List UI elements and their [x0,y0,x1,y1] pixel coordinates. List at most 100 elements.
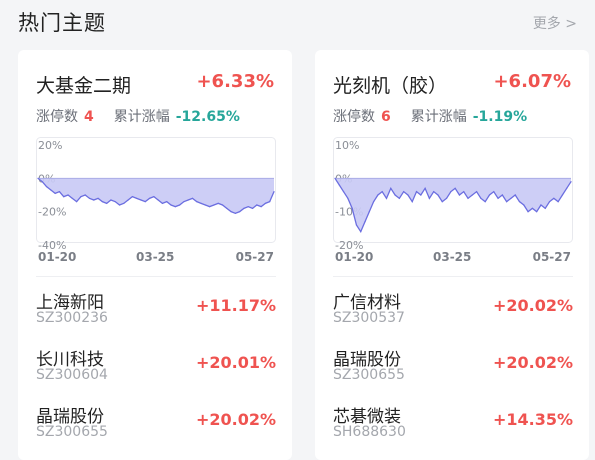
data-point [110,199,112,201]
section-header: 热门主题 更多 > [0,0,595,44]
stock-row[interactable]: 晶瑞股份 SZ300655 +20.02% [36,402,276,452]
data-point [71,197,73,199]
divider [36,276,276,277]
data-point [157,199,159,201]
data-point [239,211,241,213]
data-point [183,201,185,203]
data-point [467,197,469,199]
y-tick-label: 20% [38,139,62,152]
data-point [76,201,78,203]
divider [333,276,573,277]
data-point [221,204,224,206]
theme-card[interactable]: 光刻机（胶） +6.07% 涨停数 6 累计涨幅 -1.19% 10%0%-10%-2… [315,50,589,460]
data-point [463,191,465,193]
data-point [136,197,138,199]
data-point [67,194,69,196]
data-point [41,181,43,183]
data-point [161,202,164,204]
data-point [84,194,86,196]
data-point [118,204,121,206]
data-point [80,196,82,198]
data-point [523,204,525,206]
limit-up-count: 4 [84,109,94,125]
stock-row[interactable]: 晶瑞股份 SZ300655 +20.02% [333,345,573,395]
data-point [518,201,521,203]
theme-name: 光刻机（胶） [333,75,448,97]
data-point [334,177,336,179]
data-point [264,202,267,204]
data-point [360,231,362,233]
data-point [364,221,366,223]
data-point [428,197,430,199]
data-point [209,206,211,208]
theme-meta: 涨停数 4 累计涨幅 -12.65% [36,106,240,126]
data-point [63,196,65,198]
data-point [37,177,39,179]
data-point [450,191,452,193]
area-fill [38,178,274,214]
data-point [497,197,499,199]
data-point [256,204,258,206]
data-point [170,204,172,206]
data-point [131,196,133,198]
data-point [514,194,516,196]
area-fill [335,178,571,232]
cum-label: 累计涨幅 [410,109,467,125]
data-point [373,201,375,203]
data-point [398,197,400,199]
data-point [424,187,426,189]
stock-code: SH688630 [333,424,406,440]
more-link[interactable]: 更多 > [533,13,577,33]
y-tick-label: 10% [335,139,359,152]
data-point [153,196,155,198]
stock-row[interactable]: 长川科技 SZ300604 +20.01% [36,345,276,395]
data-point [114,201,116,203]
theme-change: +6.33% [196,71,274,92]
data-point [200,202,202,204]
data-point [415,191,418,193]
data-point [420,194,422,196]
data-point [226,207,228,209]
data-point [123,202,125,204]
x-tick-label: 03-25 [136,250,175,264]
data-point [342,191,345,193]
data-point [553,197,555,199]
stock-row[interactable]: 上海新阳 SZ300236 +11.17% [36,288,276,338]
theme-change: +6.07% [493,71,571,92]
data-point [127,199,129,201]
data-point [544,207,546,209]
data-point [501,194,503,196]
data-point [88,197,91,199]
data-point [50,189,52,191]
limit-up-label: 涨停数 [333,109,375,125]
stock-row[interactable]: 广信材料 SZ300537 +20.02% [333,288,573,338]
data-point [403,191,405,193]
stock-change: +20.02% [195,410,276,429]
x-tick-label: 05-27 [532,250,571,264]
data-point [230,211,232,213]
x-tick-label: 01-20 [38,250,77,264]
data-point [484,201,486,203]
data-point [527,211,529,213]
data-point [269,201,271,203]
data-point [45,186,48,188]
data-point [106,202,108,204]
data-point [385,197,388,199]
x-axis-labels: 01-20 03-25 05-27 [333,250,573,266]
data-point [93,199,95,201]
data-point [561,194,564,196]
limit-up-label: 涨停数 [36,109,78,125]
data-point [433,191,435,193]
data-point [204,204,206,206]
stock-change: +20.01% [195,353,276,372]
stock-row[interactable]: 芯碁微装 SH688630 +14.35% [333,402,573,452]
cum-label: 累计涨幅 [113,109,170,125]
stock-change: +20.02% [492,296,573,315]
data-point [407,194,409,196]
data-point [213,204,215,206]
data-point [368,211,370,213]
data-point [166,201,168,203]
data-point [338,184,340,186]
data-point [351,207,353,209]
theme-card[interactable]: 大基金二期 +6.33% 涨停数 4 累计涨幅 -12.65% 20%0%-20%-4… [18,50,292,460]
